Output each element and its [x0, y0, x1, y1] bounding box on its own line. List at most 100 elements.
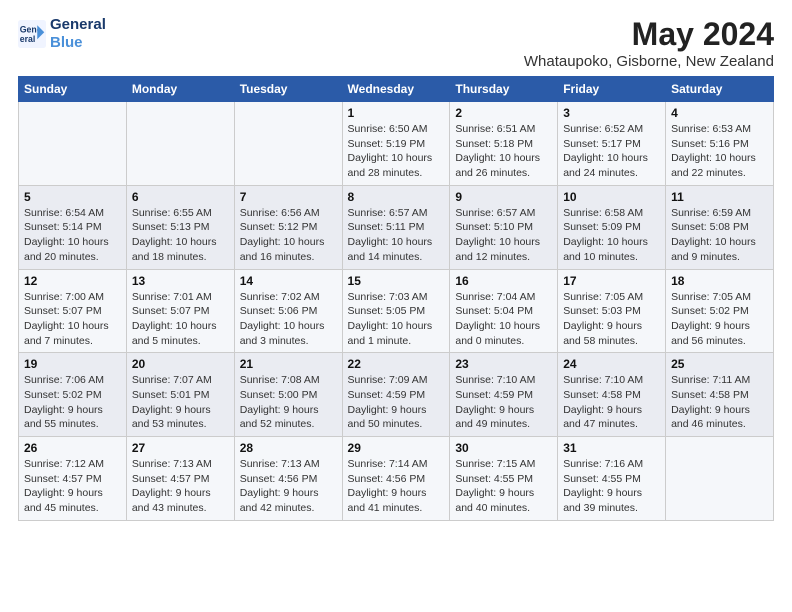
day-number: 2	[455, 106, 552, 120]
day-info: Sunrise: 6:55 AM Sunset: 5:13 PM Dayligh…	[132, 206, 229, 265]
calendar-cell: 4Sunrise: 6:53 AM Sunset: 5:16 PM Daylig…	[666, 102, 774, 186]
calendar-cell: 16 Sunrise: 7:04 AM Sunset: 5:04 PM Dayli…	[450, 269, 558, 353]
calendar-cell	[126, 102, 234, 186]
day-info: Sunrise: 7:02 AM Sunset: 5:06 PM Dayligh…	[240, 290, 337, 349]
calendar-cell: 17Sunrise: 7:05 AM Sunset: 5:03 PM Dayli…	[558, 269, 666, 353]
calendar-cell: 13 Sunrise: 7:01 AM Sunset: 5:07 PM Dayli…	[126, 269, 234, 353]
calendar-cell: 19 Sunrise: 7:06 AM Sunset: 5:02 PM Dayli…	[19, 353, 127, 437]
calendar-table: SundayMondayTuesdayWednesdayThursdayFrid…	[18, 76, 774, 521]
logo: Gen- eral General Blue	[18, 16, 106, 52]
day-header-wednesday: Wednesday	[342, 77, 450, 102]
day-info: Sunrise: 6:51 AM Sunset: 5:18 PM Dayligh…	[455, 122, 552, 181]
day-info: Sunrise: 7:04 AM Sunset: 5:04 PM Dayligh…	[455, 290, 552, 349]
logo-line2: Blue	[50, 34, 83, 51]
header-row: SundayMondayTuesdayWednesdayThursdayFrid…	[19, 77, 774, 102]
calendar-cell	[666, 437, 774, 521]
day-number: 11	[671, 190, 768, 204]
calendar-cell: 1 Sunrise: 6:50 AM Sunset: 5:19 PM Daylig…	[342, 102, 450, 186]
day-info: Sunrise: 6:58 AM Sunset: 5:09 PM Dayligh…	[563, 206, 660, 265]
day-info: Sunrise: 6:57 AM Sunset: 5:10 PM Dayligh…	[455, 206, 552, 265]
logo-line1: General	[50, 16, 106, 34]
day-number: 14	[240, 274, 337, 288]
day-header-thursday: Thursday	[450, 77, 558, 102]
calendar-cell: 10 Sunrise: 6:58 AM Sunset: 5:09 PM Dayli…	[558, 185, 666, 269]
day-number: 21	[240, 357, 337, 371]
calendar-cell: 21 Sunrise: 7:08 AM Sunset: 5:00 PM Dayli…	[234, 353, 342, 437]
calendar-cell: 27 Sunrise: 7:13 AM Sunset: 4:57 PM Dayli…	[126, 437, 234, 521]
day-number: 16	[455, 274, 552, 288]
header: Gen- eral General Blue May 2024 Whataupo…	[18, 16, 774, 70]
calendar-cell: 24Sunrise: 7:10 AM Sunset: 4:58 PM Dayli…	[558, 353, 666, 437]
day-info: Sunrise: 6:56 AM Sunset: 5:12 PM Dayligh…	[240, 206, 337, 265]
day-info: Sunrise: 7:05 AM Sunset: 5:02 PM Dayligh…	[671, 290, 768, 349]
calendar-cell: 31Sunrise: 7:16 AM Sunset: 4:55 PM Dayli…	[558, 437, 666, 521]
calendar-cell: 18 Sunrise: 7:05 AM Sunset: 5:02 PM Dayli…	[666, 269, 774, 353]
calendar-cell: 3Sunrise: 6:52 AM Sunset: 5:17 PM Daylig…	[558, 102, 666, 186]
day-header-tuesday: Tuesday	[234, 77, 342, 102]
calendar-cell: 9 Sunrise: 6:57 AM Sunset: 5:10 PM Daylig…	[450, 185, 558, 269]
day-number: 29	[348, 441, 445, 455]
calendar-cell: 22 Sunrise: 7:09 AM Sunset: 4:59 PM Dayli…	[342, 353, 450, 437]
day-number: 26	[24, 441, 121, 455]
day-info: Sunrise: 6:53 AM Sunset: 5:16 PM Dayligh…	[671, 122, 768, 181]
day-header-monday: Monday	[126, 77, 234, 102]
week-row-4: 19 Sunrise: 7:06 AM Sunset: 5:02 PM Dayli…	[19, 353, 774, 437]
week-row-5: 26Sunrise: 7:12 AM Sunset: 4:57 PM Dayli…	[19, 437, 774, 521]
day-info: Sunrise: 6:54 AM Sunset: 5:14 PM Dayligh…	[24, 206, 121, 265]
logo-text: General Blue	[50, 16, 106, 52]
day-number: 28	[240, 441, 337, 455]
logo-icon: Gen- eral	[18, 20, 46, 48]
calendar-cell: 14 Sunrise: 7:02 AM Sunset: 5:06 PM Dayli…	[234, 269, 342, 353]
title-block: May 2024 Whataupoko, Gisborne, New Zeala…	[524, 16, 774, 70]
week-row-3: 12 Sunrise: 7:00 AM Sunset: 5:07 PM Dayli…	[19, 269, 774, 353]
day-info: Sunrise: 6:52 AM Sunset: 5:17 PM Dayligh…	[563, 122, 660, 181]
day-info: Sunrise: 7:13 AM Sunset: 4:57 PM Dayligh…	[132, 457, 229, 516]
day-info: Sunrise: 7:01 AM Sunset: 5:07 PM Dayligh…	[132, 290, 229, 349]
day-number: 17	[563, 274, 660, 288]
day-header-saturday: Saturday	[666, 77, 774, 102]
day-number: 13	[132, 274, 229, 288]
day-number: 5	[24, 190, 121, 204]
day-number: 27	[132, 441, 229, 455]
day-info: Sunrise: 7:08 AM Sunset: 5:00 PM Dayligh…	[240, 373, 337, 432]
calendar-cell: 23Sunrise: 7:10 AM Sunset: 4:59 PM Dayli…	[450, 353, 558, 437]
week-row-1: 1 Sunrise: 6:50 AM Sunset: 5:19 PM Daylig…	[19, 102, 774, 186]
day-number: 30	[455, 441, 552, 455]
day-number: 10	[563, 190, 660, 204]
calendar-cell: 28 Sunrise: 7:13 AM Sunset: 4:56 PM Dayli…	[234, 437, 342, 521]
day-info: Sunrise: 7:09 AM Sunset: 4:59 PM Dayligh…	[348, 373, 445, 432]
main-title: May 2024	[524, 16, 774, 53]
day-header-sunday: Sunday	[19, 77, 127, 102]
day-number: 8	[348, 190, 445, 204]
day-number: 18	[671, 274, 768, 288]
day-number: 1	[348, 106, 445, 120]
day-number: 22	[348, 357, 445, 371]
day-info: Sunrise: 7:10 AM Sunset: 4:59 PM Dayligh…	[455, 373, 552, 432]
day-info: Sunrise: 7:13 AM Sunset: 4:56 PM Dayligh…	[240, 457, 337, 516]
calendar-cell: 2 Sunrise: 6:51 AM Sunset: 5:18 PM Daylig…	[450, 102, 558, 186]
svg-text:Gen-: Gen-	[20, 24, 40, 34]
day-number: 24	[563, 357, 660, 371]
day-info: Sunrise: 7:16 AM Sunset: 4:55 PM Dayligh…	[563, 457, 660, 516]
calendar-cell: 8Sunrise: 6:57 AM Sunset: 5:11 PM Daylig…	[342, 185, 450, 269]
day-number: 12	[24, 274, 121, 288]
day-info: Sunrise: 7:14 AM Sunset: 4:56 PM Dayligh…	[348, 457, 445, 516]
day-info: Sunrise: 6:50 AM Sunset: 5:19 PM Dayligh…	[348, 122, 445, 181]
day-info: Sunrise: 7:03 AM Sunset: 5:05 PM Dayligh…	[348, 290, 445, 349]
subtitle: Whataupoko, Gisborne, New Zealand	[524, 53, 774, 70]
day-info: Sunrise: 7:00 AM Sunset: 5:07 PM Dayligh…	[24, 290, 121, 349]
calendar-cell: 30 Sunrise: 7:15 AM Sunset: 4:55 PM Dayli…	[450, 437, 558, 521]
day-number: 20	[132, 357, 229, 371]
day-header-friday: Friday	[558, 77, 666, 102]
day-number: 19	[24, 357, 121, 371]
calendar-cell: 26Sunrise: 7:12 AM Sunset: 4:57 PM Dayli…	[19, 437, 127, 521]
day-info: Sunrise: 7:06 AM Sunset: 5:02 PM Dayligh…	[24, 373, 121, 432]
day-info: Sunrise: 7:11 AM Sunset: 4:58 PM Dayligh…	[671, 373, 768, 432]
day-info: Sunrise: 6:59 AM Sunset: 5:08 PM Dayligh…	[671, 206, 768, 265]
calendar-cell: 11 Sunrise: 6:59 AM Sunset: 5:08 PM Dayli…	[666, 185, 774, 269]
day-number: 15	[348, 274, 445, 288]
calendar-cell	[234, 102, 342, 186]
day-number: 7	[240, 190, 337, 204]
day-info: Sunrise: 7:15 AM Sunset: 4:55 PM Dayligh…	[455, 457, 552, 516]
day-number: 9	[455, 190, 552, 204]
